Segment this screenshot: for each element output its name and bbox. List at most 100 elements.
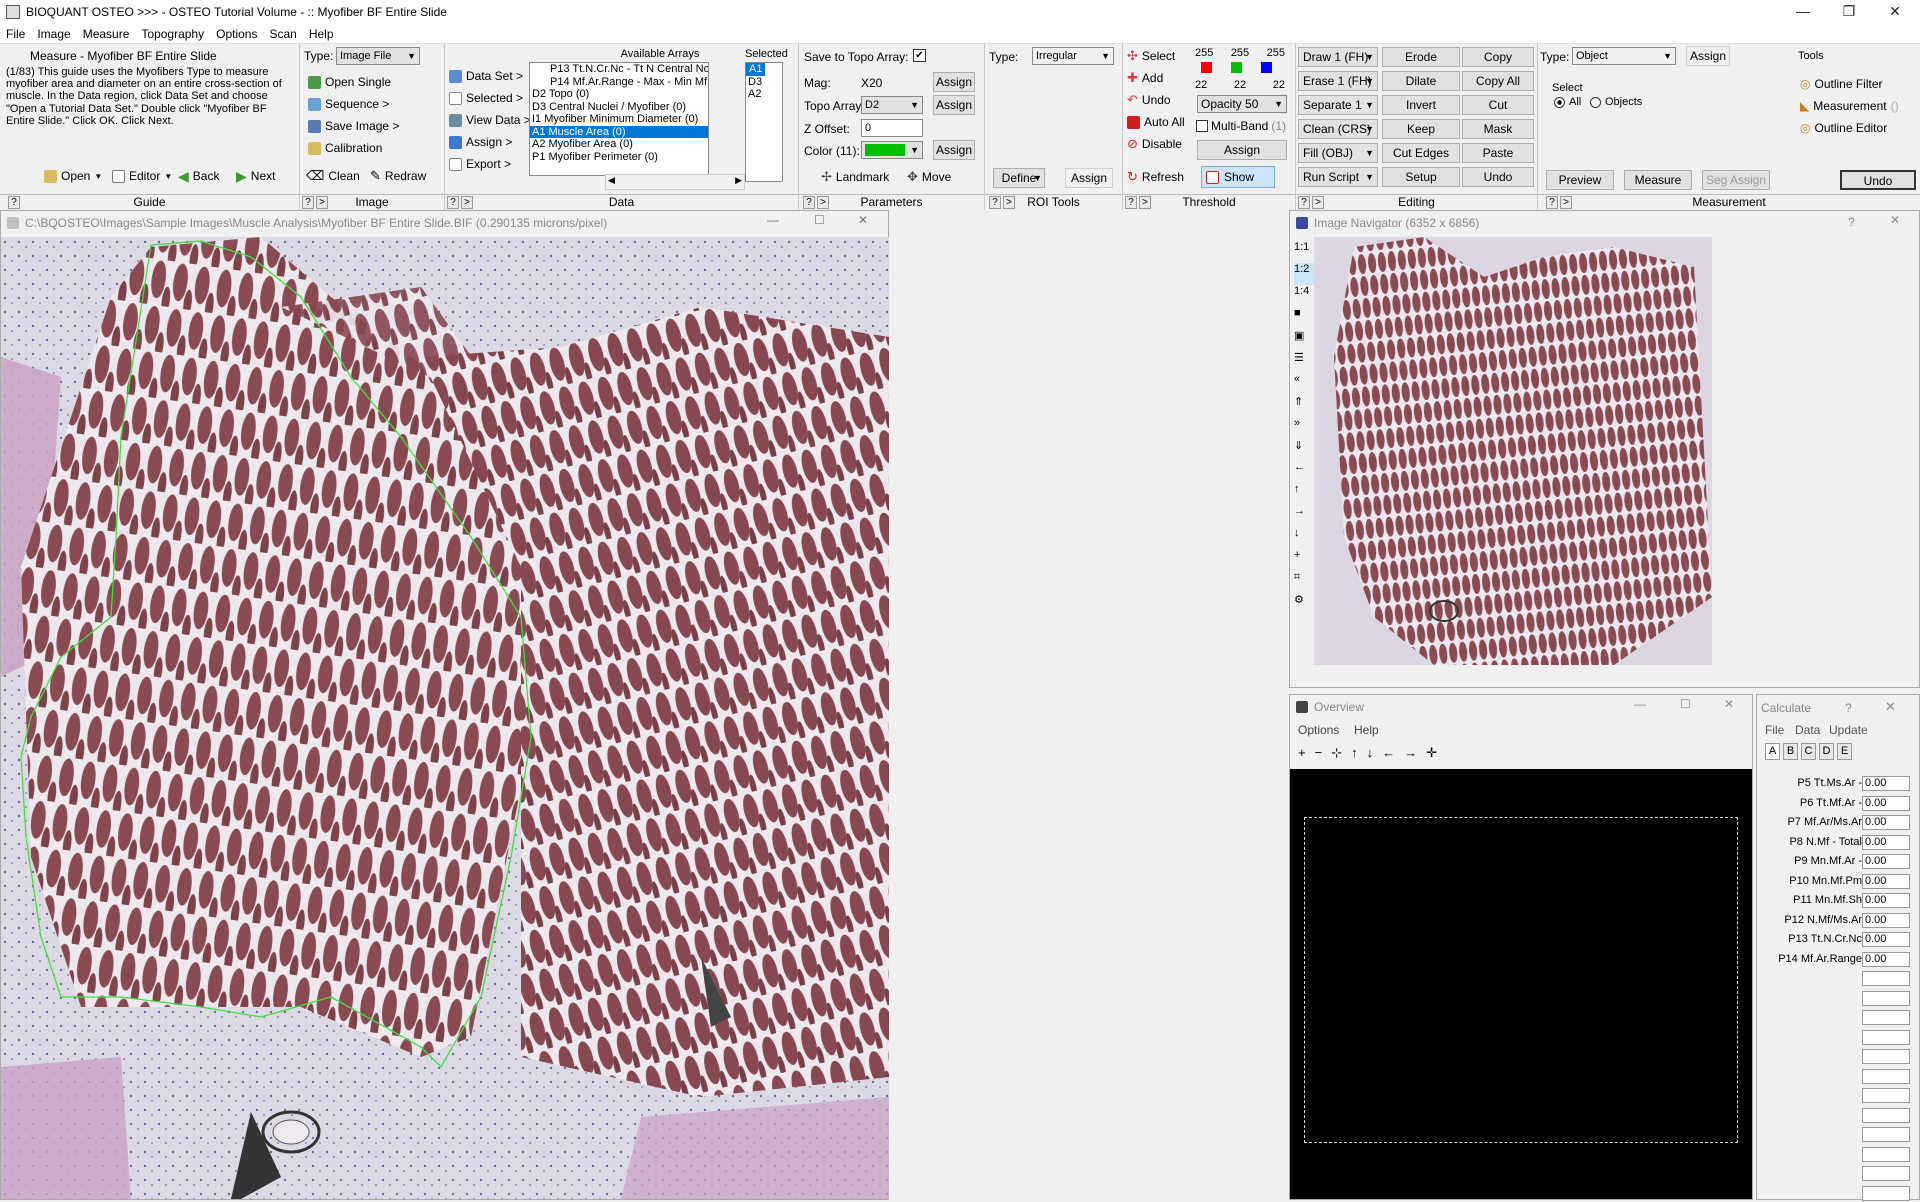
calculate-menu-data[interactable]: Data xyxy=(1795,723,1820,737)
available-array-item[interactable]: D3 Central Nuclei / Myofiber (0) xyxy=(530,101,708,114)
arrow-down-icon[interactable]: ↓ xyxy=(1294,527,1314,549)
calculate-row-value[interactable]: 0.00 xyxy=(1862,795,1910,811)
calculate-menu-file[interactable]: File xyxy=(1765,723,1784,737)
threshold-help-button[interactable]: ? xyxy=(1125,196,1137,209)
mag-assign-button[interactable]: Assign xyxy=(933,72,975,92)
selected-button[interactable]: Selected > xyxy=(449,89,523,107)
green-channel-swatch[interactable] xyxy=(1231,62,1242,73)
roi-expand-button[interactable]: > xyxy=(1003,196,1015,209)
available-array-item[interactable]: P13 Tt.N.Cr.Nc - Tt N Central Nc (1) xyxy=(530,63,708,76)
double-left-icon[interactable]: « xyxy=(1294,373,1314,395)
opacity-select[interactable]: Opacity 50 ▼ xyxy=(1197,95,1287,113)
crop-icon[interactable]: ⌗ xyxy=(1294,571,1314,593)
data-set-button[interactable]: Data Set > xyxy=(449,67,523,85)
arrow-up-icon[interactable]: ↑ xyxy=(1294,483,1314,505)
calculate-row-value[interactable]: 0.00 xyxy=(1862,776,1910,791)
list-icon[interactable]: ☰ xyxy=(1294,351,1314,373)
close-button[interactable]: ✕ xyxy=(1872,0,1918,24)
z-offset-input[interactable]: 0 xyxy=(861,119,923,137)
calculate-row-value[interactable] xyxy=(1862,1068,1910,1084)
available-array-item[interactable]: D2 Topo (0) xyxy=(530,88,708,101)
image-expand-button[interactable]: > xyxy=(316,196,328,209)
color-assign-button[interactable]: Assign xyxy=(933,140,975,160)
landmark-button[interactable]: ✢ Landmark xyxy=(821,168,889,186)
menu-help[interactable]: Help xyxy=(303,27,340,41)
editing-col2-button[interactable]: Setup xyxy=(1382,167,1460,187)
overview-canvas[interactable] xyxy=(1290,769,1752,1199)
menu-image[interactable]: Image xyxy=(31,27,76,41)
radio-all-dot[interactable] xyxy=(1554,96,1565,108)
editing-col3-button[interactable]: Mask xyxy=(1462,119,1534,139)
editing-col3-button[interactable]: Copy All xyxy=(1462,71,1534,91)
overview-tool-icon[interactable]: ← xyxy=(1382,745,1395,761)
menu-file[interactable]: File xyxy=(0,27,31,41)
calculate-row-value[interactable] xyxy=(1862,971,1910,986)
calculate-row-value[interactable]: 0.00 xyxy=(1862,951,1910,967)
green-max-value[interactable]: 255 xyxy=(1231,47,1249,59)
calculate-row-value[interactable] xyxy=(1862,1166,1910,1181)
arrow-right-icon[interactable]: → xyxy=(1294,505,1314,527)
overview-menu-help[interactable]: Help xyxy=(1354,723,1379,737)
editing-help-button[interactable]: ? xyxy=(1298,196,1310,209)
blue-max-value[interactable]: 255 xyxy=(1267,47,1285,59)
selected-arrays-list[interactable]: A1 D3 A2 xyxy=(745,62,783,182)
calculate-row-value[interactable] xyxy=(1862,1146,1910,1162)
available-array-item[interactable]: A2 Myofiber Area (0) xyxy=(530,138,708,151)
calculate-row-value[interactable] xyxy=(1862,1127,1910,1142)
roi-assign-button[interactable]: Assign xyxy=(1065,168,1113,188)
roi-type-select[interactable]: Irregular ▼ xyxy=(1032,47,1114,65)
red-min-value[interactable]: 22 xyxy=(1195,79,1207,91)
calculate-tab[interactable]: A xyxy=(1765,743,1780,760)
editing-col1-button[interactable]: Run Script ▼ xyxy=(1298,167,1378,187)
measurement-tool-button[interactable]: ◣ Measurement() xyxy=(1800,97,1899,115)
available-array-item[interactable]: P1 Myofiber Perimeter (0) xyxy=(530,151,708,164)
available-array-item[interactable]: I1 Myofiber Minimum Diameter (0) xyxy=(530,113,708,126)
available-arrays-list[interactable]: P13 Tt.N.Cr.Nc - Tt N Central Nc (1) P14 … xyxy=(529,62,709,176)
navigator-thumbnail[interactable] xyxy=(1314,237,1712,665)
threshold-expand-button[interactable]: > xyxy=(1139,196,1151,209)
blue-min-value[interactable]: 22 xyxy=(1273,79,1285,91)
double-down-icon[interactable]: ⇓ xyxy=(1294,439,1314,461)
navigator-thumbnail-image[interactable] xyxy=(1314,237,1712,665)
calculate-tab[interactable]: D xyxy=(1819,743,1834,760)
overview-maximize[interactable]: ☐ xyxy=(1680,697,1691,711)
guide-help-button[interactable]: ? xyxy=(8,196,20,209)
overview-minimize[interactable]: — xyxy=(1634,697,1646,711)
available-array-item[interactable]: P14 Mf.Ar.Range - Max - Min Mf.Ar ( xyxy=(530,76,708,89)
plus-icon[interactable]: + xyxy=(1294,549,1314,571)
move-button[interactable]: ✥ Move xyxy=(907,168,951,186)
redraw-button[interactable]: ✎ Redraw xyxy=(370,167,426,185)
double-up-icon[interactable]: ⇑ xyxy=(1294,395,1314,417)
image-type-select[interactable]: Image File ▼ xyxy=(336,47,420,65)
calculate-row-value[interactable] xyxy=(1862,1010,1910,1025)
radio-objects[interactable]: Objects xyxy=(1590,96,1642,108)
editing-col1-button[interactable]: Erase 1 (FH) ▼ xyxy=(1298,71,1378,91)
topo-array-select[interactable]: D2 ▼ xyxy=(861,96,923,114)
menu-scan[interactable]: Scan xyxy=(263,27,302,41)
zoom-1-1[interactable]: 1:1 xyxy=(1294,241,1314,263)
multiband-option[interactable]: Multi-Band (1) xyxy=(1196,119,1286,133)
guide-editor-button[interactable]: Editor ▼ xyxy=(112,167,172,185)
zoom-1-4[interactable]: 1:4 xyxy=(1294,285,1314,307)
measurement-expand-button[interactable]: > xyxy=(1560,196,1572,209)
roi-define-button[interactable]: Define ▼ xyxy=(993,168,1045,188)
calculate-tab[interactable]: E xyxy=(1837,743,1852,760)
threshold-add-button[interactable]: ✚ Add xyxy=(1127,69,1163,87)
calculate-tab[interactable]: C xyxy=(1801,743,1816,760)
muscle-section-image[interactable] xyxy=(1,237,889,1199)
calculate-tab[interactable]: B xyxy=(1783,743,1798,760)
data-help-button[interactable]: ? xyxy=(447,196,459,209)
assign-data-button[interactable]: Assign > xyxy=(449,133,512,151)
calculate-row-value[interactable]: 0.00 xyxy=(1862,932,1910,947)
double-right-icon[interactable]: » xyxy=(1294,417,1314,439)
calculate-row-value[interactable] xyxy=(1862,990,1910,1006)
calculate-row-value[interactable] xyxy=(1862,1185,1910,1201)
settings-icon[interactable]: ⚙ xyxy=(1294,593,1314,615)
editing-col2-button[interactable]: Invert xyxy=(1382,95,1460,115)
maximize-button[interactable]: ❐ xyxy=(1826,0,1872,24)
calculate-row-value[interactable]: 0.00 xyxy=(1862,873,1910,889)
menu-topography[interactable]: Topography xyxy=(135,27,210,41)
auto-all-button[interactable]: Auto All xyxy=(1127,113,1185,131)
threshold-assign-button[interactable]: Assign xyxy=(1197,140,1287,160)
arrow-left-icon[interactable]: ← xyxy=(1294,461,1314,483)
